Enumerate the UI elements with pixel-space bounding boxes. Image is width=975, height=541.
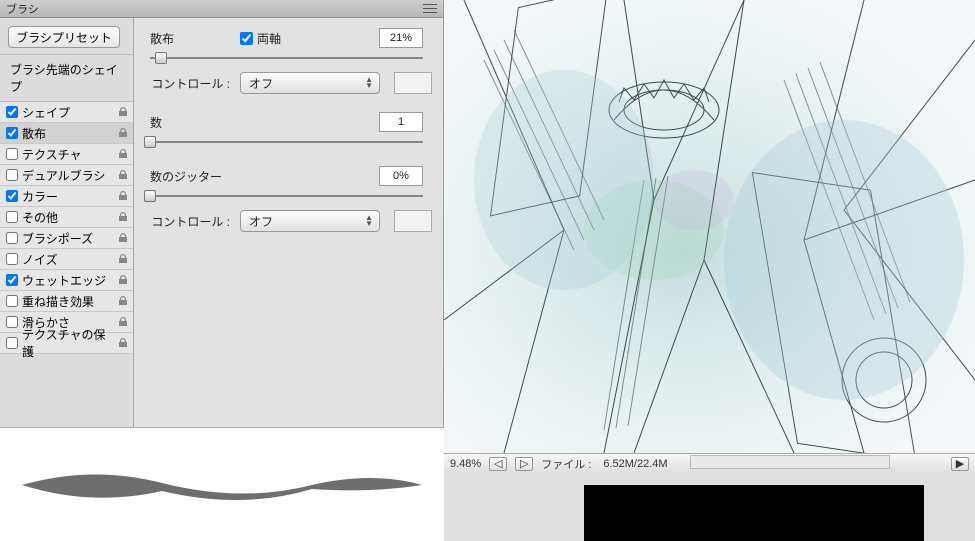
jitter-slider[interactable] (150, 190, 423, 202)
both-axes-input[interactable] (240, 32, 253, 45)
brush-panel: ブラシ ブラシプリセット ブラシ先端のシェイプ シェイプ散布テクスチャデュアルブ… (0, 0, 444, 541)
brush-preset-button[interactable]: ブラシプリセット (8, 26, 120, 48)
lock-icon[interactable] (117, 106, 129, 118)
option-label: ノイズ (22, 251, 117, 268)
option-11[interactable]: テクスチャの保護 (0, 333, 133, 354)
lock-icon[interactable] (117, 211, 129, 223)
lock-icon[interactable] (117, 295, 129, 307)
horizontal-scrollbar[interactable] (690, 455, 890, 469)
scroll-right-icon[interactable]: ▶ (951, 457, 969, 471)
status-icon-left[interactable]: ◁ (489, 457, 507, 471)
lock-icon[interactable] (117, 316, 129, 328)
control1-select[interactable]: オフ ▲▼ (240, 72, 380, 94)
scatter-label: 散布 (150, 30, 240, 47)
status-icon-right[interactable]: ▷ (515, 457, 533, 471)
file-size: 6.52M/22.4M (603, 458, 667, 470)
lock-icon[interactable] (117, 190, 129, 202)
lock-icon[interactable] (117, 253, 129, 265)
count-label: 数 (150, 114, 240, 131)
option-checkbox[interactable] (6, 127, 18, 139)
control2-extra (394, 210, 432, 232)
option-2[interactable]: テクスチャ (0, 144, 133, 165)
option-7[interactable]: ノイズ (0, 249, 133, 270)
option-8[interactable]: ウェットエッジ (0, 270, 133, 291)
both-axes-label: 両軸 (257, 30, 281, 47)
panel-menu-icon[interactable] (423, 2, 437, 14)
option-label: ブラシポーズ (22, 230, 117, 247)
control1-label: コントロール : (150, 75, 230, 92)
option-checkbox[interactable] (6, 316, 18, 328)
panel-header: ブラシ (0, 0, 443, 18)
jitter-label: 数のジッター (150, 168, 240, 185)
option-6[interactable]: ブラシポーズ (0, 228, 133, 249)
option-checkbox[interactable] (6, 295, 18, 307)
brush-tip-shape-title[interactable]: ブラシ先端のシェイプ (0, 54, 133, 102)
brush-preview (0, 427, 444, 541)
option-checkbox[interactable] (6, 337, 18, 349)
option-4[interactable]: カラー (0, 186, 133, 207)
control1-extra (394, 72, 432, 94)
option-label: 重ね描き効果 (22, 293, 117, 310)
option-label: シェイプ (22, 104, 117, 121)
option-3[interactable]: デュアルブラシ (0, 165, 133, 186)
option-checkbox[interactable] (6, 232, 18, 244)
secondary-area (444, 473, 975, 541)
option-checkbox[interactable] (6, 190, 18, 202)
option-label: カラー (22, 188, 117, 205)
option-checkbox[interactable] (6, 274, 18, 286)
panel-title: ブラシ (6, 1, 39, 17)
lock-icon[interactable] (117, 337, 129, 349)
option-checkbox[interactable] (6, 148, 18, 160)
count-slider[interactable] (150, 136, 423, 148)
control2-label: コントロール : (150, 213, 230, 230)
option-label: ウェットエッジ (22, 272, 117, 289)
option-label: 散布 (22, 125, 117, 142)
zoom-level[interactable]: 9.48% (450, 458, 481, 470)
lock-icon[interactable] (117, 127, 129, 139)
lock-icon[interactable] (117, 148, 129, 160)
scatter-slider[interactable] (150, 52, 423, 64)
option-checkbox[interactable] (6, 106, 18, 118)
both-axes-checkbox[interactable]: 両軸 (240, 30, 330, 47)
updown-icon: ▲▼ (365, 215, 373, 227)
option-checkbox[interactable] (6, 169, 18, 181)
updown-icon: ▲▼ (365, 77, 373, 89)
option-checkbox[interactable] (6, 253, 18, 265)
option-label: テクスチャの保護 (22, 326, 117, 360)
lock-icon[interactable] (117, 232, 129, 244)
option-9[interactable]: 重ね描き効果 (0, 291, 133, 312)
option-label: デュアルブラシ (22, 167, 117, 184)
option-5[interactable]: その他 (0, 207, 133, 228)
option-label: テクスチャ (22, 146, 117, 163)
option-1[interactable]: 散布 (0, 123, 133, 144)
option-0[interactable]: シェイプ (0, 102, 133, 123)
jitter-value[interactable]: 0% (379, 166, 423, 186)
document-canvas[interactable] (444, 0, 975, 453)
file-label: ファイル : (541, 456, 591, 472)
control2-select[interactable]: オフ ▲▼ (240, 210, 380, 232)
secondary-black-region (584, 485, 924, 541)
count-value[interactable]: 1 (379, 112, 423, 132)
scatter-value[interactable]: 21% (379, 28, 423, 48)
option-checkbox[interactable] (6, 211, 18, 223)
option-label: その他 (22, 209, 117, 226)
lock-icon[interactable] (117, 274, 129, 286)
lock-icon[interactable] (117, 169, 129, 181)
